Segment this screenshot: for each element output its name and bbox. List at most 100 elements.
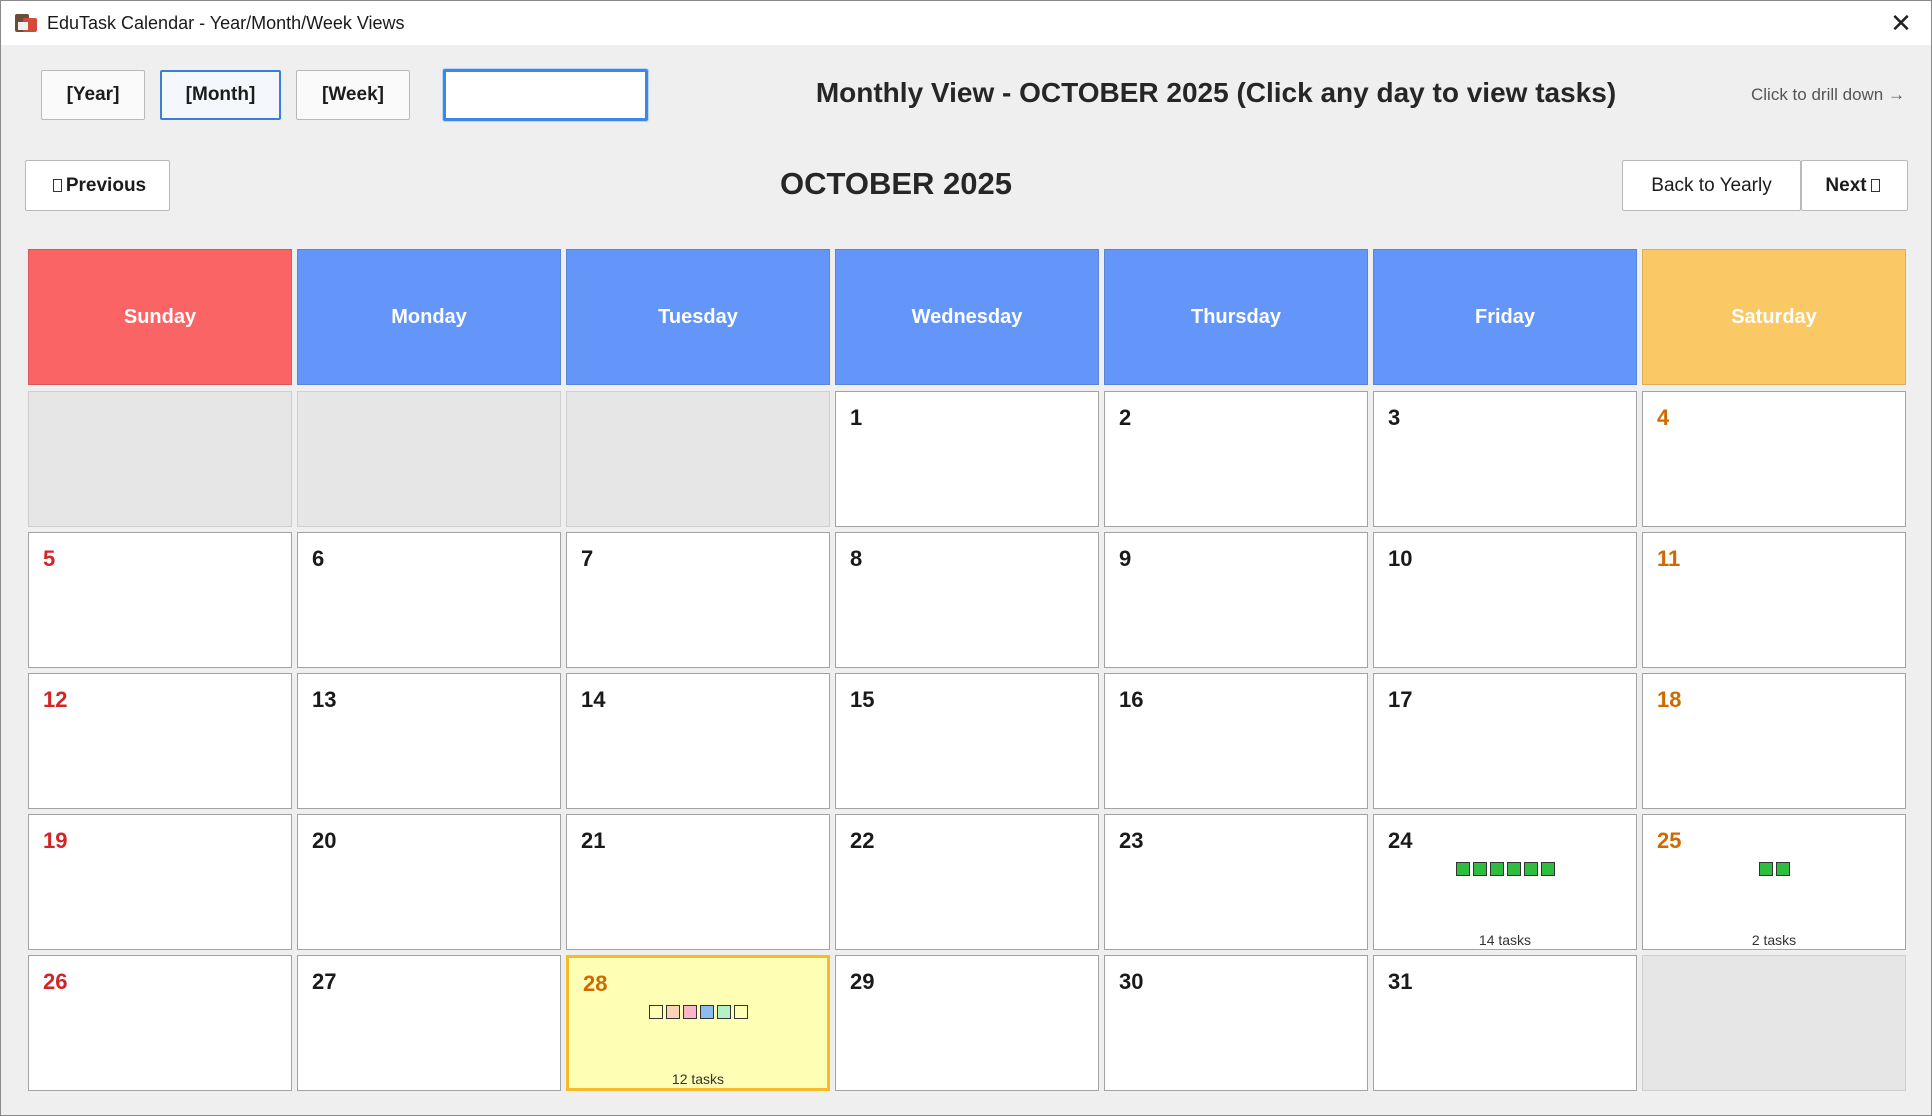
day-cell-29[interactable]: 29 (835, 955, 1099, 1091)
empty-day-cell (1642, 955, 1906, 1091)
day-cell-1[interactable]: 1 (835, 391, 1099, 527)
day-cell-22[interactable]: 22 (835, 814, 1099, 950)
day-number: 14 (581, 687, 606, 712)
day-cell-30[interactable]: 30 (1104, 955, 1368, 1091)
day-cell-9[interactable]: 9 (1104, 532, 1368, 668)
task-marker-icon (1523, 862, 1538, 876)
week-view-button[interactable]: [Week] (296, 70, 410, 120)
day-cell-5[interactable]: 5 (28, 532, 292, 668)
day-cell-15[interactable]: 15 (835, 673, 1099, 809)
day-number: 10 (1388, 546, 1413, 571)
task-markers (569, 1005, 827, 1019)
day-number: 7 (581, 546, 594, 571)
task-count: 2 tasks (1751, 932, 1797, 948)
task-marker-icon (682, 1005, 697, 1019)
task-marker-icon (1455, 862, 1470, 876)
week-row: 26 27 28 12 tasks 29 30 31 (28, 955, 1906, 1091)
day-number: 3 (1388, 405, 1401, 430)
next-icon (1870, 179, 1880, 192)
day-cell-28[interactable]: 28 12 tasks (566, 955, 830, 1091)
weekday-header-row: Sunday Monday Tuesday Wednesday Thursday… (28, 249, 1906, 385)
day-number: 28 (583, 971, 608, 996)
day-cell-2[interactable]: 2 (1104, 391, 1368, 527)
day-number: 24 (1388, 828, 1413, 853)
day-cell-14[interactable]: 14 (566, 673, 830, 809)
week-row: 19 20 21 22 23 24 14 tasks 25 2 tasks (28, 814, 1906, 950)
day-cell-21[interactable]: 21 (566, 814, 830, 950)
month-title: OCTOBER 2025 (779, 166, 1012, 201)
title-bar: EduTask Calendar - Year/Month/Week Views… (1, 1, 1931, 45)
next-button[interactable]: Next (1801, 160, 1908, 211)
week-row: 1 2 3 4 (28, 391, 1906, 527)
previous-label: Previous (65, 174, 147, 196)
search-input[interactable] (443, 69, 648, 121)
day-cell-11[interactable]: 11 (1642, 532, 1906, 668)
weekday-header-monday: Monday (297, 249, 561, 385)
day-number: 19 (43, 828, 68, 853)
day-number: 9 (1119, 546, 1132, 571)
window-title: EduTask Calendar - Year/Month/Week Views (47, 12, 405, 33)
day-number: 6 (312, 546, 325, 571)
day-cell-26[interactable]: 26 (28, 955, 292, 1091)
day-cell-16[interactable]: 16 (1104, 673, 1368, 809)
task-marker-icon (648, 1005, 663, 1019)
day-cell-7[interactable]: 7 (566, 532, 830, 668)
calendar-grid: Sunday Monday Tuesday Wednesday Thursday… (28, 249, 1906, 1091)
day-number: 4 (1657, 405, 1670, 430)
task-marker-icon (1775, 862, 1790, 876)
day-cell-27[interactable]: 27 (297, 955, 561, 1091)
day-cell-4[interactable]: 4 (1642, 391, 1906, 527)
day-number: 18 (1657, 687, 1682, 712)
task-marker-icon (1758, 862, 1773, 876)
day-number: 17 (1388, 687, 1413, 712)
close-button[interactable]: ✕ (1881, 5, 1921, 41)
day-cell-20[interactable]: 20 (297, 814, 561, 950)
day-number: 5 (43, 546, 56, 571)
back-to-yearly-button[interactable]: Back to Yearly (1622, 160, 1801, 211)
weekday-header-saturday: Saturday (1642, 249, 1906, 385)
day-cell-17[interactable]: 17 (1373, 673, 1637, 809)
day-number: 13 (312, 687, 337, 712)
task-marker-icon (665, 1005, 680, 1019)
empty-day-cell (566, 391, 830, 527)
weekday-header-friday: Friday (1373, 249, 1637, 385)
day-cell-6[interactable]: 6 (297, 532, 561, 668)
day-cell-12[interactable]: 12 (28, 673, 292, 809)
app-window: EduTask Calendar - Year/Month/Week Views… (0, 0, 1932, 1116)
task-marker-icon (1540, 862, 1555, 876)
drill-down-hint: Click to drill down → (1751, 85, 1905, 104)
day-number: 27 (312, 969, 337, 994)
day-number: 12 (43, 687, 68, 712)
previous-button[interactable]: Previous (25, 160, 170, 211)
day-number: 23 (1119, 828, 1144, 853)
day-cell-19[interactable]: 19 (28, 814, 292, 950)
day-number: 30 (1119, 969, 1144, 994)
day-cell-23[interactable]: 23 (1104, 814, 1368, 950)
day-number: 11 (1657, 546, 1681, 571)
day-cell-24[interactable]: 24 14 tasks (1373, 814, 1637, 950)
day-cell-31[interactable]: 31 (1373, 955, 1637, 1091)
task-count: 14 tasks (1478, 932, 1532, 948)
day-cell-8[interactable]: 8 (835, 532, 1099, 668)
day-number: 15 (850, 687, 875, 712)
day-number: 1 (850, 405, 863, 430)
day-cell-13[interactable]: 13 (297, 673, 561, 809)
view-title: Monthly View - OCTOBER 2025 (Click any d… (815, 77, 1617, 108)
day-cell-3[interactable]: 3 (1373, 391, 1637, 527)
close-icon: ✕ (1890, 7, 1912, 38)
day-number: 25 (1657, 828, 1682, 853)
day-cell-25[interactable]: 25 2 tasks (1642, 814, 1906, 950)
month-view-button[interactable]: [Month] (160, 70, 281, 120)
task-markers (1643, 862, 1905, 876)
day-number: 8 (850, 546, 863, 571)
day-number: 16 (1119, 687, 1144, 712)
day-number: 2 (1119, 405, 1132, 430)
week-row: 12 13 14 15 16 17 18 (28, 673, 1906, 809)
year-view-button[interactable]: [Year] (41, 70, 145, 120)
day-cell-18[interactable]: 18 (1642, 673, 1906, 809)
weekday-header-tuesday: Tuesday (566, 249, 830, 385)
day-cell-10[interactable]: 10 (1373, 532, 1637, 668)
week-row: 5 6 7 8 9 10 11 (28, 532, 1906, 668)
calendar-weeks: 1 2 3 4 5 6 7 8 9 10 11 12 13 14 15 16 17 18 19 20 21 22 23 24 1… (28, 391, 1906, 1091)
day-number: 29 (850, 969, 875, 994)
